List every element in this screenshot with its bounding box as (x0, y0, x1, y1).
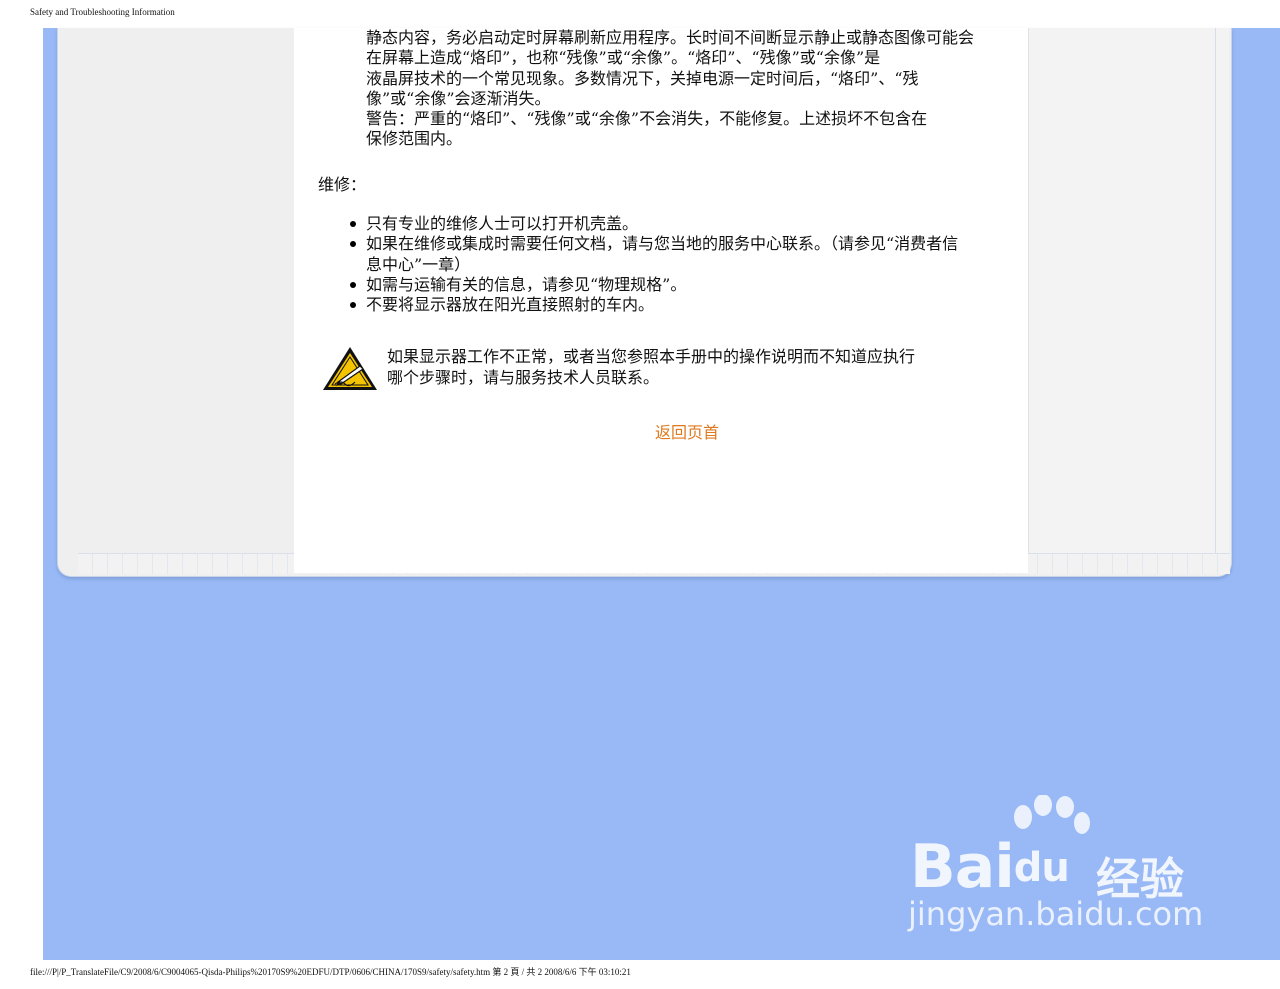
bullet-icon (350, 302, 356, 309)
intro-line: 在屏幕上造成“烙印”，也称“残像”或“余像”。“烙印”、“残像”或“余像”是 (366, 48, 881, 68)
back-to-top-link[interactable]: 返回页首 (655, 419, 719, 443)
watermark-brand-bai: Bai (910, 832, 1015, 902)
list-item-text: 只有专业的维修人士可以打开机壳盖。 (366, 214, 639, 233)
intro-paragraph: 静态内容，务必启动定时屏幕刷新应用程序。长时间不间断显示静止或静态图像可能会 在… (366, 28, 1006, 150)
warning-line: 保修范围内。 (366, 129, 463, 149)
intro-line: 液晶屏技术的一个常见现象。多数情况下，关掉电源一定时间后，“烙印”、“残 (366, 68, 919, 88)
list-item: 不要将显示器放在阳光直接照射的车内。 (350, 295, 1006, 315)
print-footer: file:///P|/P_TranslateFile/C9/2008/6/C90… (30, 967, 631, 977)
service-list: 只有专业的维修人士可以打开机壳盖。 如果在维修或集成时需要任何文档，请与您当地的… (350, 214, 1006, 315)
notice-line: 哪个步骤时，请与服务技术人员联系。 (387, 368, 660, 387)
notice-text: 如果显示器工作不正常，或者当您参照本手册中的操作说明而不知道应执行 哪个步骤时，… (387, 346, 967, 388)
warning-line: 警告：严重的“烙印”、“残像”或“余像”不会消失，不能修复。上述损坏不包含在 (366, 109, 928, 129)
list-item: 如果在维修或集成时需要任何文档，请与您当地的服务中心联系。（请参见“消费者信 息… (350, 234, 1006, 275)
list-item-text: 如需与运输有关的信息，请参见“物理规格”。 (366, 274, 687, 294)
list-item-text: 息中心”一章） (366, 254, 471, 274)
watermark-url: jingyan.baidu.com (908, 895, 1204, 933)
list-item-text: 不要将显示器放在阳光直接照射的车内。 (366, 295, 655, 315)
sidebar-divider (1215, 28, 1216, 553)
bullet-icon (350, 241, 356, 248)
service-heading: 维修： (318, 175, 367, 194)
list-item: 如需与运输有关的信息，请参见“物理规格”。 (350, 274, 1006, 295)
bullet-icon (350, 281, 356, 288)
main-content: 静态内容，务必启动定时屏幕刷新应用程序。长时间不间断显示静止或静态图像可能会 在… (294, 28, 1028, 573)
watermark-brand-du: du (1013, 845, 1070, 891)
right-sidebar-strip (1028, 28, 1229, 553)
watermark-brand: Baidu (910, 832, 1070, 902)
intro-line: 像”或“余像”会逐渐消失。 (366, 88, 551, 108)
list-item-text: 如果在维修或集成时需要任何文档，请与您当地的服务中心联系。（请参见“消费者信 (366, 234, 959, 254)
intro-line: 静态内容，务必启动定时屏幕刷新应用程序。长时间不间断显示静止或静态图像可能会 (366, 28, 975, 47)
notice-line: 如果显示器工作不正常，或者当您参照本手册中的操作说明而不知道应执行 (387, 347, 916, 366)
warning-pen-icon (323, 347, 377, 390)
print-header: Safety and Troubleshooting Information (30, 7, 175, 17)
bullet-icon (350, 221, 356, 227)
list-item: 只有专业的维修人士可以打开机壳盖。 (350, 214, 1006, 234)
